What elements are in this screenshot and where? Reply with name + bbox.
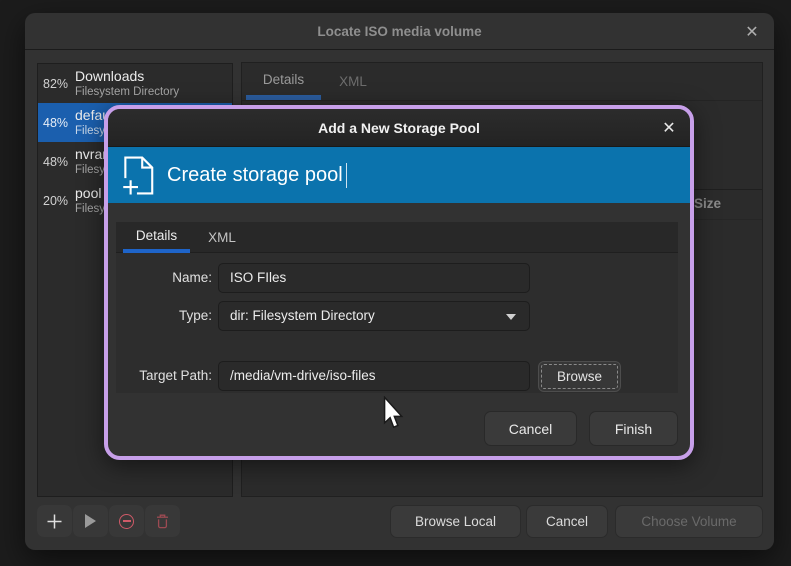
type-label: Type: xyxy=(118,301,212,331)
plus-icon xyxy=(47,514,62,529)
tab-xml[interactable]: XML xyxy=(321,63,385,100)
pool-usage: 20% xyxy=(38,194,75,208)
stop-pool-button[interactable] xyxy=(109,505,144,537)
dialog-tab-details[interactable]: Details xyxy=(123,222,190,253)
cancel-button[interactable]: Cancel xyxy=(526,505,608,538)
type-dropdown[interactable]: dir: Filesystem Directory xyxy=(218,301,530,331)
name-input[interactable]: ISO FIles xyxy=(218,263,530,293)
target-path-input[interactable]: /media/vm-drive/iso-files xyxy=(218,361,530,391)
dialog-finish-button[interactable]: Finish xyxy=(589,411,678,446)
window-titlebar: Locate ISO media volume ✕ xyxy=(25,13,774,50)
volume-table-header-border xyxy=(688,219,762,220)
create-storage-pool-banner: Create storage pool xyxy=(108,147,690,203)
type-value: dir: Filesystem Directory xyxy=(230,308,375,323)
tab-strip-divider xyxy=(242,100,762,101)
window-close-icon[interactable]: ✕ xyxy=(739,19,765,45)
dialog-titlebar: Add a New Storage Pool ✕ xyxy=(108,109,690,147)
pool-row-downloads[interactable]: 82% Downloads Filesystem Directory xyxy=(38,64,232,103)
add-pool-button[interactable] xyxy=(37,505,72,537)
browse-button[interactable]: Browse xyxy=(538,361,621,392)
new-document-icon xyxy=(122,156,154,195)
dialog-tab-xml[interactable]: XML xyxy=(190,222,254,253)
pool-type: Filesystem Directory xyxy=(75,85,179,100)
dialog-close-icon[interactable]: ✕ xyxy=(657,116,681,140)
start-pool-button[interactable] xyxy=(73,505,108,537)
pool-name: Downloads xyxy=(75,67,179,85)
choose-volume-button: Choose Volume xyxy=(615,505,763,538)
column-header-size[interactable]: Size xyxy=(694,196,721,211)
dialog-cancel-button[interactable]: Cancel xyxy=(484,411,577,446)
stop-icon xyxy=(119,514,134,529)
trash-icon xyxy=(155,513,170,529)
dialog-title: Add a New Storage Pool xyxy=(108,109,690,147)
delete-pool-button[interactable] xyxy=(145,505,180,537)
target-path-label: Target Path: xyxy=(118,361,212,391)
pool-usage: 48% xyxy=(38,155,75,169)
play-icon xyxy=(85,514,96,528)
pool-usage: 48% xyxy=(38,116,75,130)
tab-details[interactable]: Details xyxy=(246,63,321,100)
text-caret xyxy=(346,163,347,188)
chevron-down-icon xyxy=(506,314,516,320)
browse-local-button[interactable]: Browse Local xyxy=(390,505,521,538)
name-label: Name: xyxy=(118,263,212,293)
mouse-cursor xyxy=(383,396,404,430)
window-title: Locate ISO media volume xyxy=(25,13,774,50)
pool-usage: 82% xyxy=(38,77,75,91)
banner-title: Create storage pool xyxy=(167,164,343,187)
